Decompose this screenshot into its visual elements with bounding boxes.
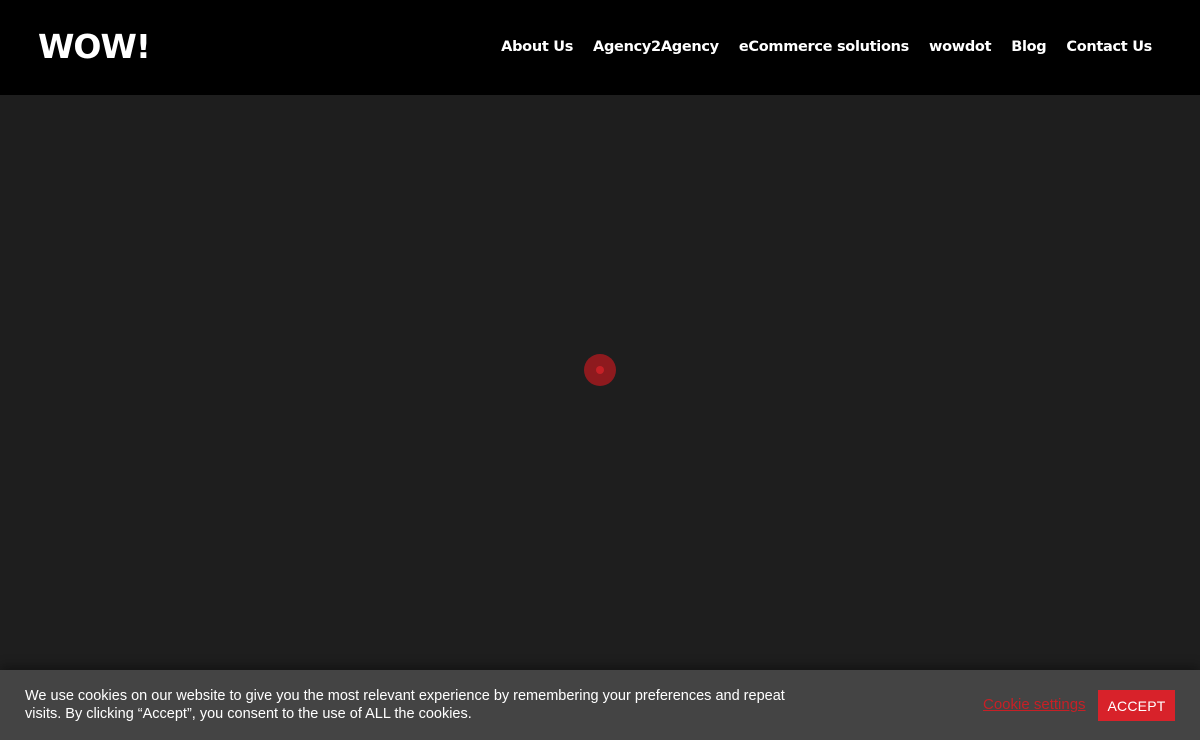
nav-item-wowdot[interactable]: wowdot (929, 36, 992, 58)
main-nav: About Us Agency2Agency eCommerce solutio… (501, 36, 1152, 58)
cookie-settings-link[interactable]: Cookie settings (983, 696, 1086, 713)
cookie-message: We use cookies on our website to give yo… (25, 688, 785, 722)
nav-item-contact-us[interactable]: Contact Us (1066, 36, 1152, 58)
nav-item-about-us[interactable]: About Us (501, 36, 573, 58)
main-content (0, 95, 1200, 670)
nav-item-blog[interactable]: Blog (1011, 36, 1046, 58)
cookie-consent-banner: We use cookies on our website to give yo… (0, 670, 1200, 740)
nav-item-agency2agency[interactable]: Agency2Agency (593, 36, 719, 58)
site-logo[interactable]: WOW! (38, 27, 151, 67)
nav-item-ecommerce-solutions[interactable]: eCommerce solutions (739, 36, 909, 58)
accept-cookies-button[interactable]: ACCEPT (1098, 690, 1175, 721)
loading-spinner-icon (584, 354, 616, 386)
loading-spinner-dot (596, 366, 604, 374)
site-header: WOW! About Us Agency2Agency eCommerce so… (0, 0, 1200, 95)
